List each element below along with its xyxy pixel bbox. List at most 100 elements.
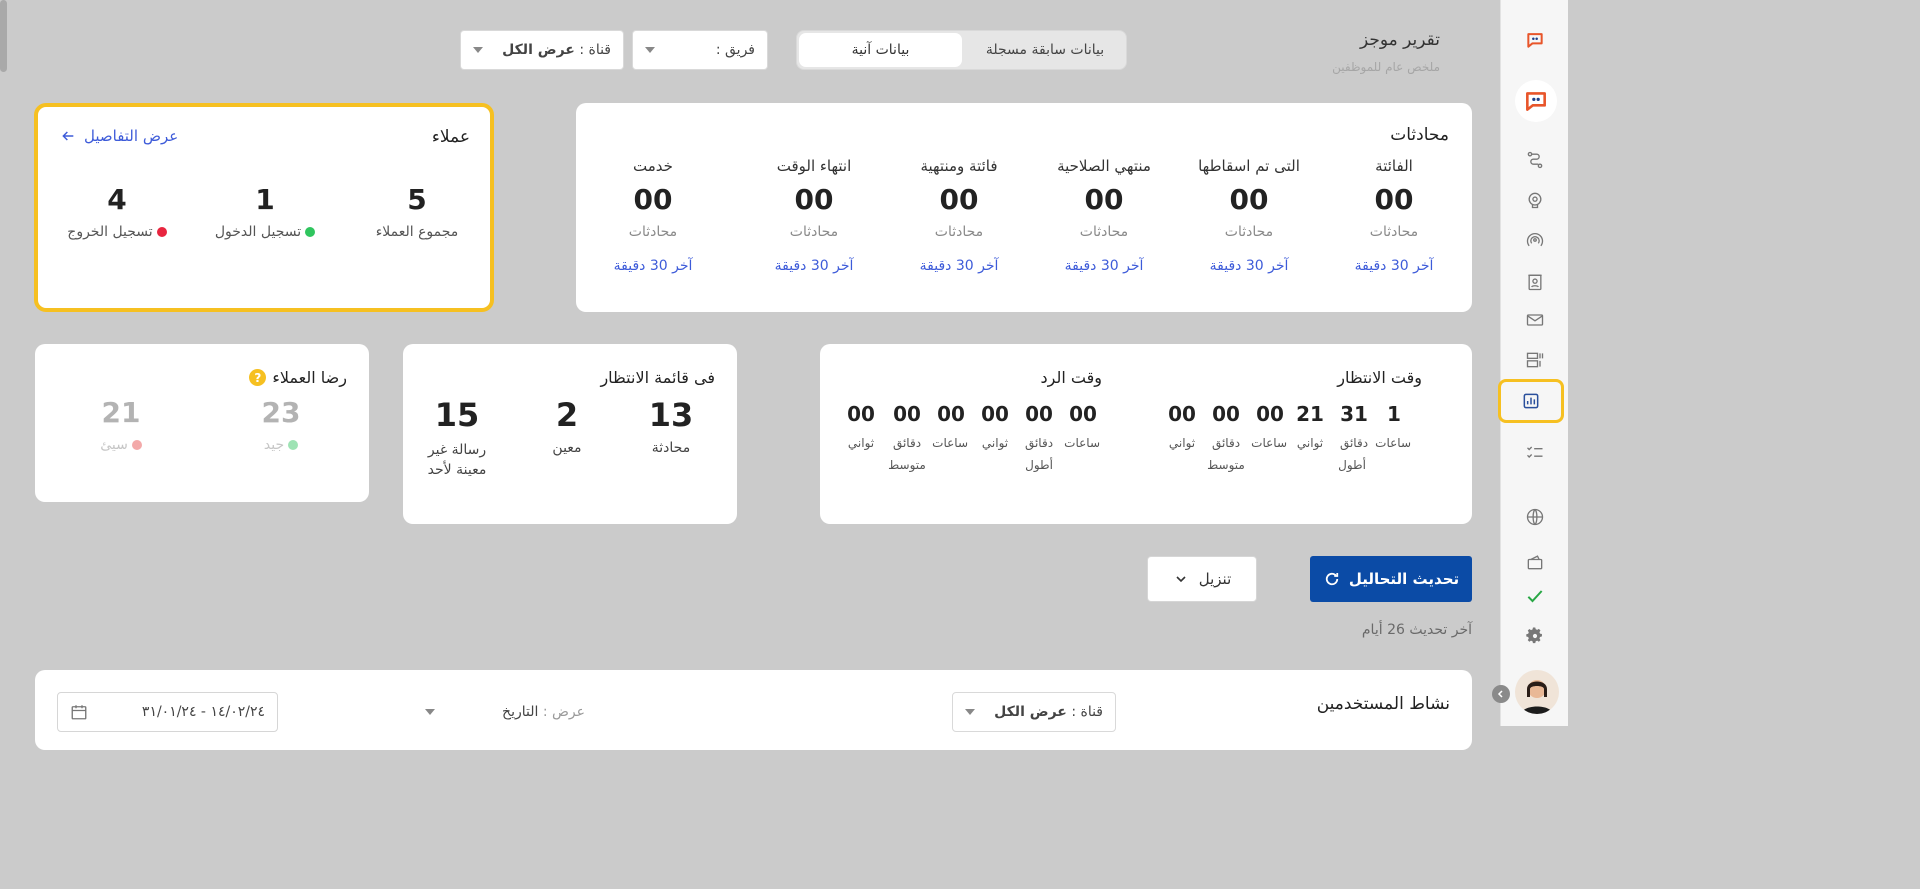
date-range-picker[interactable]: ١٤/٠٢/٢٤ - ٣١/٠١/٢٤ — [57, 692, 278, 732]
satisfaction-good-label: جيد — [263, 437, 285, 453]
activity-channel-dropdown[interactable]: قناة : عرض الكل — [952, 692, 1116, 732]
app-logo-icon[interactable] — [1521, 26, 1549, 54]
chat-stat-value: 00 — [633, 183, 673, 216]
page-title-block: تقرير موجز ملخص عام للموظفين — [1240, 30, 1440, 74]
logged-out-label: تسجيل الخروج — [67, 224, 153, 240]
logged-in-value: 1 — [255, 183, 275, 216]
refresh-analytics-button[interactable]: تحديث التحاليل — [1310, 556, 1472, 602]
chat-stat-column: خدمت 00 محادثات آخر 30 دقيقة — [583, 157, 723, 274]
chevron-down-icon — [965, 709, 975, 715]
last-30-min-link[interactable]: آخر 30 دقيقة — [889, 258, 1029, 274]
wait-longest-label: أطول — [1338, 458, 1366, 472]
reply-average-seconds-value: 00 — [847, 402, 875, 426]
avatar[interactable] — [1515, 670, 1559, 714]
download-button[interactable]: تنزيل — [1147, 556, 1257, 602]
wait-average-seconds-unit: ثواني — [1168, 436, 1196, 450]
collapse-sidebar-icon[interactable] — [1492, 685, 1510, 703]
reply-longest-seconds-value: 00 — [981, 402, 1009, 426]
checklist-icon[interactable] — [1521, 438, 1549, 466]
contacts-icon[interactable] — [1521, 268, 1549, 296]
workspace-logo-icon[interactable] — [1515, 80, 1557, 122]
chat-stat-label: فائتة ومنتهية — [920, 157, 998, 175]
help-icon[interactable]: ? — [249, 369, 267, 386]
satisfaction-bad-value: 21 — [101, 396, 141, 429]
analytics-nav-item[interactable] — [1498, 379, 1564, 423]
reply-longest-minutes-value: 00 — [1025, 402, 1053, 426]
chat-stat-label: انتهاء الوقت — [776, 157, 852, 175]
bot-settings-icon[interactable] — [1521, 186, 1549, 214]
queue-assigned-value: 2 — [555, 396, 579, 434]
chevron-down-icon — [645, 47, 655, 53]
chat-stat-label: منتهي الصلاحية — [1057, 157, 1151, 175]
activity-view-dropdown[interactable]: عرض : التاريخ — [425, 704, 585, 720]
wait-longest-hours-value: 1 — [1387, 402, 1401, 426]
logged-in-label: تسجيل الدخول — [214, 224, 302, 240]
queue-assigned-stat: 2 معين — [527, 396, 607, 456]
chat-stat-unit: محادثات — [1224, 224, 1274, 240]
tab-live-data[interactable]: بيانات آنية — [799, 33, 962, 67]
chat-stat-unit: محادثات — [628, 224, 678, 240]
gear-icon[interactable] — [1521, 622, 1549, 650]
broadcast-icon[interactable] — [1521, 226, 1549, 254]
chat-stat-column: فائتة ومنتهية 00 محادثات آخر 30 دقيقة — [889, 157, 1029, 274]
wait-average-seconds-value: 00 — [1168, 402, 1196, 426]
chat-stat-unit: محادثات — [789, 224, 839, 240]
team-filter-dropdown[interactable]: فريق : — [632, 30, 768, 70]
wallet-icon[interactable] — [1521, 548, 1549, 576]
good-status-dot — [288, 440, 299, 450]
dashboard-icon[interactable] — [1521, 346, 1549, 374]
reply-longest-hours-value: 00 — [1069, 402, 1097, 426]
last-30-min-link[interactable]: آخر 30 دقيقة — [1324, 258, 1464, 274]
chat-stat-column: انتهاء الوقت 00 محادثات آخر 30 دقيقة — [744, 157, 884, 274]
reply-longest-minutes-unit: دقائق — [1024, 436, 1054, 450]
last-30-min-link[interactable]: آخر 30 دقيقة — [583, 258, 723, 274]
chats-card-title: محادثات — [1390, 125, 1449, 145]
chat-stat-column: التى تم اسقاطها 00 محادثات آخر 30 دقيقة — [1179, 157, 1319, 274]
satisfaction-card-title: رضا العملاء — [272, 368, 347, 387]
wait-average-hours-unit: ساعات — [1251, 436, 1287, 450]
mail-icon[interactable] — [1521, 306, 1549, 334]
satisfaction-card: رضا العملاء ? 23 جيد 21 سيئ — [35, 344, 369, 502]
globe-icon[interactable] — [1521, 503, 1549, 531]
last-30-min-link[interactable]: آخر 30 دقيقة — [1034, 258, 1174, 274]
offline-status-dot — [156, 227, 167, 237]
view-details-link[interactable]: عرض التفاصيل — [60, 127, 178, 145]
wait-average-minutes-value: 00 — [1212, 402, 1240, 426]
scrollbar-thumb[interactable] — [0, 0, 7, 72]
channel-filter-dropdown[interactable]: قناة : عرض الكل — [460, 30, 624, 70]
wait-average-hours-value: 00 — [1256, 402, 1284, 426]
queue-card-title: فى قائمة الانتظار — [600, 368, 715, 387]
wait-longest-seconds-unit: ثواني — [1296, 436, 1324, 450]
logged-out-value: 4 — [107, 183, 127, 216]
wait-longest-minutes-unit: دقائق — [1339, 436, 1369, 450]
routing-icon[interactable] — [1521, 146, 1549, 174]
chat-stat-value: 00 — [1084, 183, 1124, 216]
chats-card: محادثات الفائتة 00 محادثات آخر 30 دقيقة التى… — [576, 103, 1472, 312]
total-agents-label: مجموع العملاء — [375, 224, 459, 240]
queue-assigned-label: معين — [552, 440, 582, 456]
wait-longest-hours-unit: ساعات — [1375, 436, 1411, 450]
page-subtitle: ملخص عام للموظفين — [1332, 60, 1440, 74]
chat-stat-unit: محادثات — [934, 224, 984, 240]
reply-average-minutes-unit: دقائق — [892, 436, 922, 450]
satisfaction-good-value: 23 — [261, 396, 301, 429]
user-activity-title: نشاط المستخدمين — [1316, 694, 1450, 714]
agents-card-title: عملاء — [431, 127, 470, 147]
reply-average-seconds-unit: ثواني — [847, 436, 875, 450]
channel-filter-label: قناة : عرض الكل — [502, 42, 611, 58]
satisfaction-bad-stat: 21 سيئ — [81, 396, 161, 453]
queue-chat-stat: 13 محادثة — [631, 396, 711, 456]
total-agents-value: 5 — [407, 183, 427, 216]
satisfaction-good-stat: 23 جيد — [241, 396, 321, 453]
last-30-min-link[interactable]: آخر 30 دقيقة — [744, 258, 884, 274]
reply-longest-label: أطول — [1025, 458, 1053, 472]
chat-stat-label: الفائتة — [1375, 157, 1413, 175]
calendar-icon — [71, 705, 87, 720]
reply-average-hours-value: 00 — [937, 402, 965, 426]
chat-stat-value: 00 — [1229, 183, 1269, 216]
tab-historical-data[interactable]: بيانات سابقة مسجلة — [965, 33, 1125, 67]
bad-status-dot — [131, 440, 142, 450]
reply-longest-hours-unit: ساعات — [1064, 436, 1100, 450]
last-30-min-link[interactable]: آخر 30 دقيقة — [1179, 258, 1319, 274]
chat-stat-value: 00 — [794, 183, 834, 216]
